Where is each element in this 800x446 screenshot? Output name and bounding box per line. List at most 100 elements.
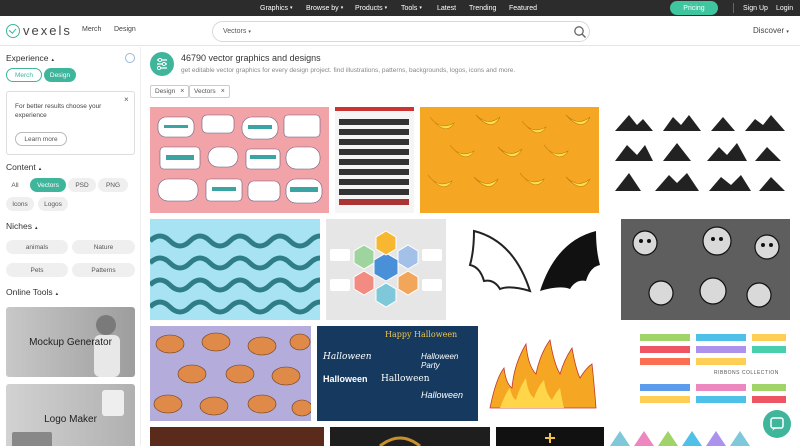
login-link[interactable]: Login [776, 0, 793, 16]
tile-fire-flames[interactable] [484, 326, 610, 421]
content-filter-logos[interactable]: Logos [38, 197, 68, 211]
experience-design-button[interactable]: Design [44, 68, 76, 82]
chevron-up-icon: ▴ [38, 166, 42, 172]
nav-label: Products [355, 4, 383, 12]
filter-tag-design[interactable]: Design × [150, 85, 190, 98]
chevron-down-icon: ▾ [419, 5, 422, 11]
content-filter-all[interactable]: All [6, 178, 24, 192]
close-icon[interactable]: × [124, 95, 129, 104]
nav-trending[interactable]: Trending [469, 0, 496, 16]
logo-text: vexels [23, 23, 72, 38]
experience-tip: For better results choose your experienc… [6, 91, 135, 155]
halloween-text: Happy Halloween [385, 330, 458, 339]
banana-pattern-image [427, 114, 591, 188]
tile-mountain-icons[interactable] [611, 107, 790, 213]
tile-partial-2[interactable] [330, 427, 490, 446]
tip-text: For better results choose your experienc… [15, 103, 102, 119]
tile-partial-3[interactable] [496, 427, 604, 446]
niche-nature[interactable]: Nature [72, 240, 135, 254]
tile-retro-cartoons[interactable] [621, 219, 790, 320]
niches-title[interactable]: Niches ▴ [6, 221, 38, 231]
nav-browse-by[interactable]: Browse by ▾ [306, 0, 343, 16]
chevron-down-icon: ▾ [340, 5, 344, 11]
plus-icon [545, 433, 555, 443]
niche-animals[interactable]: animals [6, 240, 68, 254]
experience-merch-button[interactable]: Merch [6, 68, 42, 82]
nav-latest[interactable]: Latest [437, 0, 456, 16]
tag-label: Vectors [194, 88, 216, 95]
mockup-generator-card[interactable]: Mockup Generator [6, 307, 135, 377]
discover-label: Discover [753, 26, 785, 35]
tile-ribbons-collection[interactable]: RIBBONS COLLECTION [622, 326, 790, 421]
page-subtitle: get editable vector graphics for every d… [181, 67, 516, 74]
tile-wings-silhouette[interactable] [460, 219, 609, 320]
vexels-logo[interactable]: vexels [6, 23, 72, 38]
tile-lettering-stickers[interactable] [150, 107, 329, 213]
chevron-down-icon: ▾ [290, 5, 293, 11]
discover-menu[interactable]: Discover ▾ [753, 26, 789, 35]
content-filter-icons[interactable]: Icons [6, 197, 34, 211]
tile-partial-1[interactable] [150, 427, 324, 446]
chevron-up-icon: ▴ [51, 57, 55, 63]
tile-partial-4[interactable] [610, 427, 760, 446]
halloween-text: Halloween [323, 374, 368, 384]
online-tools-title[interactable]: Online Tools ▴ [6, 287, 58, 297]
tile-halloween-lettering[interactable]: Happy Halloween Halloween Halloween Hall… [317, 326, 478, 421]
tag-label: Design [155, 88, 176, 95]
sliders-icon [150, 52, 174, 76]
tool-label: Logo Maker [44, 414, 97, 425]
hexagon-infographic-image [330, 230, 442, 308]
filter-tag-vectors[interactable]: Vectors × [189, 85, 230, 98]
chevron-up-icon: ▴ [34, 225, 38, 231]
search-category-label: Vectors [223, 28, 247, 35]
top-bar: Graphics ▾ Browse by ▾ Products ▾ Tools ▾ La… [0, 0, 800, 16]
header-merch-link[interactable]: Merch [82, 26, 101, 33]
close-icon[interactable]: × [221, 88, 225, 95]
tile-cat-pattern[interactable] [150, 326, 311, 421]
logo-mark-icon [6, 23, 20, 38]
nav-label: Browse by [306, 4, 339, 12]
partial-2-image [379, 436, 421, 446]
triangle-pattern-image [610, 431, 750, 446]
nav-label: Graphics [260, 4, 289, 12]
content-title[interactable]: Content ▴ [6, 162, 41, 172]
close-icon[interactable]: × [180, 88, 184, 95]
divider [733, 3, 734, 13]
niche-pets[interactable]: Pets [6, 263, 68, 277]
tile-wave-pattern[interactable] [150, 219, 320, 320]
header-design-link[interactable]: Design [114, 26, 136, 33]
tile-banana-pattern[interactable] [420, 107, 599, 213]
nav-products[interactable]: Products ▾ [355, 0, 387, 16]
niche-patterns[interactable]: Patterns [72, 263, 135, 277]
fire-flames-image [489, 338, 597, 409]
pricing-button[interactable]: Pricing [670, 1, 718, 15]
logo-maker-card[interactable]: Logo Maker [6, 384, 135, 446]
nav-tools[interactable]: Tools ▾ [401, 0, 422, 16]
section-label: Experience [6, 53, 49, 63]
signup-link[interactable]: Sign Up [743, 0, 768, 16]
cat-pattern-image [153, 332, 311, 417]
search-input[interactable] [273, 25, 563, 39]
tile-silhouettes-pack[interactable] [335, 107, 414, 213]
learn-more-button[interactable]: Learn more [15, 132, 67, 146]
experience-title[interactable]: Experience ▴ [6, 53, 54, 63]
content-filter-vectors[interactable]: Vectors [30, 178, 66, 192]
section-label: Online Tools [6, 287, 53, 297]
chevron-up-icon: ▴ [55, 291, 59, 297]
nav-featured[interactable]: Featured [509, 0, 537, 16]
content-filter-psd[interactable]: PSD [68, 178, 96, 192]
nav-graphics[interactable]: Graphics ▾ [260, 0, 293, 16]
section-label: Content [6, 162, 36, 172]
content-filter-png[interactable]: PNG [98, 178, 128, 192]
page-title: 46790 vector graphics and designs [181, 53, 321, 63]
section-label: Niches [6, 221, 32, 231]
chevron-down-icon: ▾ [786, 29, 789, 35]
halloween-text: Halloween Party [421, 352, 459, 370]
search-category-select[interactable]: Vectors ▾ [223, 28, 251, 35]
search-bar: Vectors ▾ [212, 21, 590, 42]
collapse-sidebar-icon[interactable] [125, 53, 135, 63]
chat-button[interactable] [763, 410, 791, 438]
silhouettes-image [339, 119, 409, 205]
search-icon[interactable] [573, 25, 587, 39]
tile-hexagon-infographic[interactable] [326, 219, 446, 320]
